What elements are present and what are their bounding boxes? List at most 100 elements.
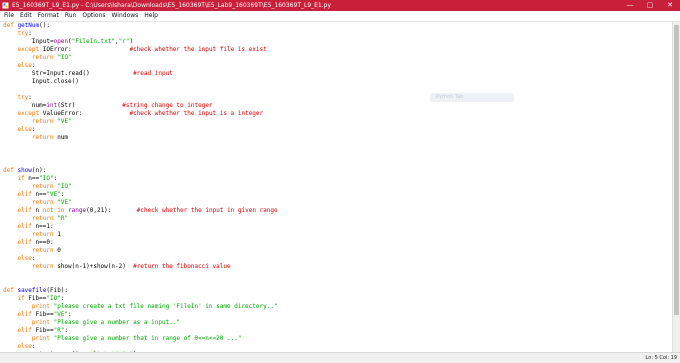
code-line[interactable]: else: <box>3 255 673 263</box>
code-token: "Please give a number as a input.." <box>53 319 181 327</box>
code-line[interactable]: return "IO" <box>3 54 673 62</box>
code-token: return <box>31 246 54 254</box>
code-token: if <box>17 174 25 182</box>
code-token: (n): <box>31 166 47 174</box>
code-line[interactable]: try: <box>3 30 673 38</box>
code-token: int <box>46 102 58 110</box>
code-token: "VE" <box>46 190 61 198</box>
minimize-button[interactable]: — <box>620 0 640 11</box>
code-line[interactable]: Input=open("FileIn.txt","r") <box>3 38 673 46</box>
code-line[interactable]: elif Fib=="VE": <box>3 311 673 319</box>
code-line[interactable]: return show(n-1)+show(n-2) #return the f… <box>3 263 673 271</box>
code-line[interactable]: return num <box>3 134 673 142</box>
code-line[interactable]: elif n==1: <box>3 223 673 231</box>
code-line[interactable]: if n=="IO": <box>3 175 673 183</box>
code-line[interactable]: elif n==0: <box>3 239 673 247</box>
code-token: open <box>53 38 69 46</box>
code-token: : <box>28 94 32 102</box>
code-token: : <box>31 126 36 134</box>
menu-file[interactable]: File <box>0 11 17 21</box>
code-token: : <box>31 62 36 70</box>
code-line[interactable]: elif n not in range(0,21): #check whethe… <box>3 207 673 215</box>
code-token: : <box>64 327 69 335</box>
code-line[interactable]: else: <box>3 62 673 70</box>
code-editor[interactable]: def getNum(): try: Input=open("FileIn.tx… <box>0 22 673 352</box>
code-token: (Str) <box>57 102 76 110</box>
code-line[interactable] <box>3 142 673 150</box>
code-line[interactable] <box>3 159 673 167</box>
menu-windows[interactable]: Windows <box>109 11 142 21</box>
code-line[interactable]: Input.close() <box>3 78 673 86</box>
maximize-button[interactable]: ▢ <box>640 0 660 11</box>
code-line[interactable]: if Fib=="IO": <box>3 295 673 303</box>
window-controls: — ▢ ✕ <box>620 0 680 11</box>
code-line[interactable]: return "VE" <box>3 118 673 126</box>
code-token: n==0: <box>31 238 54 246</box>
code-token: except <box>17 46 40 54</box>
code-token: elif <box>17 222 32 230</box>
code-line[interactable]: Str=Input.read() #read input <box>3 70 673 78</box>
code-line[interactable]: def getNum(): <box>3 22 673 30</box>
scrollbar-thumb[interactable] <box>674 25 679 315</box>
close-button[interactable]: ✕ <box>660 0 680 11</box>
menu-run[interactable]: Run <box>62 11 80 21</box>
code-token: (0,21): <box>86 206 112 214</box>
code-line[interactable] <box>3 271 673 279</box>
code-token: : <box>28 30 32 38</box>
code-token: else <box>17 126 32 134</box>
code-line[interactable]: def savefile(Fib): <box>3 287 673 295</box>
code-line[interactable]: num=int(Str) #string change to integer <box>3 102 673 110</box>
code-token: n <box>31 206 43 214</box>
code-token: return <box>31 214 54 222</box>
vertical-scrollbar[interactable] <box>672 22 680 352</box>
code-token: return <box>31 118 54 126</box>
code-line[interactable]: print "please create a txt file naming '… <box>3 303 673 311</box>
code-token: try <box>17 94 29 102</box>
code-token: #return the fibonacci value <box>133 262 231 270</box>
code-line[interactable]: try: <box>3 94 673 102</box>
code-line[interactable]: return "IO" <box>3 183 673 191</box>
code-line[interactable]: elif Fib=="R": <box>3 327 673 335</box>
code-line[interactable]: return 0 <box>3 247 673 255</box>
code-line[interactable]: print "Please give a number as a input..… <box>3 319 673 327</box>
code-line[interactable]: except IOError: #check whether the input… <box>3 46 673 54</box>
code-line[interactable]: else: <box>3 343 673 351</box>
code-line[interactable]: return "R" <box>3 215 673 223</box>
code-text[interactable]: def getNum(): try: Input=open("FileIn.tx… <box>0 22 673 352</box>
code-token: "IO" <box>39 174 54 182</box>
code-line[interactable]: return 1 <box>3 231 673 239</box>
code-line[interactable]: return "VE" <box>3 199 673 207</box>
code-line[interactable]: except ValueError: #check whether the in… <box>3 110 673 118</box>
code-token: "VE" <box>53 311 69 319</box>
menu-edit[interactable]: Edit <box>17 11 35 21</box>
code-token: "IO" <box>46 295 61 303</box>
code-token: else <box>17 343 32 351</box>
code-line[interactable]: print "Please give a number that in rang… <box>3 335 673 343</box>
code-token: print <box>31 319 50 327</box>
code-token: "VE" <box>57 198 72 206</box>
code-line[interactable] <box>3 279 673 287</box>
code-line[interactable] <box>3 151 673 159</box>
code-line[interactable]: else: <box>3 126 673 134</box>
code-token: elif <box>17 311 32 319</box>
menu-options[interactable]: Options <box>79 11 108 21</box>
code-line[interactable]: def show(n): <box>3 167 673 175</box>
menu-format[interactable]: Format <box>35 11 62 21</box>
code-line[interactable]: elif n=="VE": <box>3 191 673 199</box>
menu-help[interactable]: Help <box>141 11 161 21</box>
code-line[interactable] <box>3 86 673 94</box>
